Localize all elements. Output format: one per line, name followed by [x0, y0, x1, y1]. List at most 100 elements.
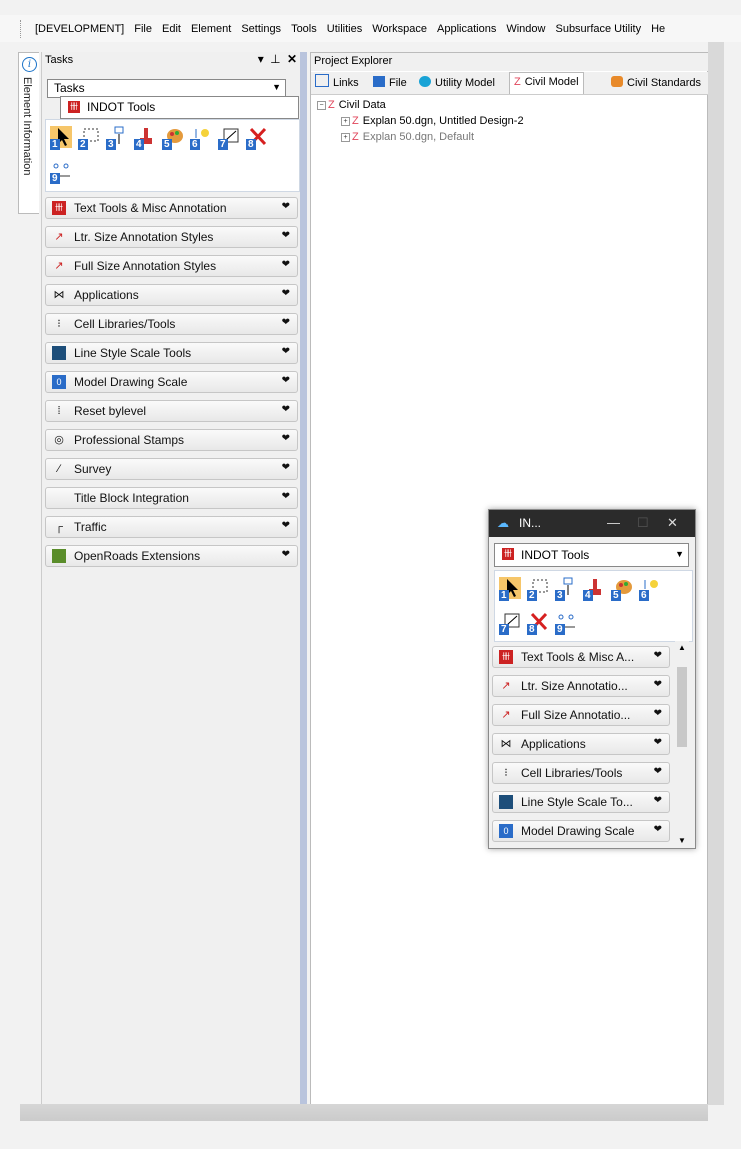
lightbulb-tool-icon[interactable]: 6: [639, 577, 661, 601]
tool-palette: 1 2 3 4 5 6 7 8 9: [45, 119, 300, 192]
place-text-tool-icon[interactable]: 3: [555, 577, 577, 601]
toolbar-grip[interactable]: [20, 19, 31, 38]
chevron-down-icon: ❤: [281, 375, 290, 386]
category-survey[interactable]: ∕ Survey ❤: [45, 458, 298, 480]
category-title-block-integration[interactable]: Title Block Integration ❤: [45, 487, 298, 509]
category-label: Ltr. Size Annotatio...: [521, 679, 628, 693]
vertical-scrollbar[interactable]: ▲ ▼: [675, 641, 689, 847]
palette-tool-icon[interactable]: 5: [611, 577, 633, 601]
category-applications[interactable]: ⋈ Applications ❤: [492, 733, 670, 755]
cell-icon: ⁝: [57, 318, 61, 330]
fence-tool-icon[interactable]: 2: [78, 126, 100, 150]
menu-development[interactable]: [DEVELOPMENT]: [35, 23, 124, 35]
measure-tool-icon[interactable]: 9: [555, 611, 577, 635]
chevron-down-icon: ❤: [281, 491, 290, 502]
category-full-size-annotation[interactable]: ↗ Full Size Annotatio... ❤: [492, 704, 670, 726]
menu-applications[interactable]: Applications: [437, 23, 496, 35]
category-applications[interactable]: ⋈ Applications ❤: [45, 284, 298, 306]
tab-civil-model[interactable]: Z Civil Model: [509, 72, 584, 94]
dropdown-icon[interactable]: ▾: [258, 52, 264, 66]
category-openroads-extensions[interactable]: OpenRoads Extensions ❤: [45, 545, 298, 567]
expand-icon[interactable]: +: [341, 117, 350, 126]
close-icon[interactable]: ✕: [667, 515, 678, 531]
place-text-tool-icon[interactable]: 3: [106, 126, 128, 150]
category-ltr-size-annotation[interactable]: ↗ Ltr. Size Annotation Styles ❤: [45, 226, 298, 248]
tab-file[interactable]: File: [373, 74, 407, 92]
element-information-label: Element Information: [21, 77, 33, 176]
palette-tool-icon[interactable]: 5: [162, 126, 184, 150]
category-reset-bylevel[interactable]: ⁞ Reset bylevel ❤: [45, 400, 298, 422]
menu-element[interactable]: Element: [191, 23, 231, 35]
menu-workspace[interactable]: Workspace: [372, 23, 427, 35]
scale-tool-icon[interactable]: 7: [499, 611, 521, 635]
indot-tools-window: ☁ IN... — ☐ ✕ 卌 INDOT Tools ▼ 1 2 3 4 5 …: [488, 509, 696, 849]
category-model-drawing-scale[interactable]: 0 Model Drawing Scale ❤: [492, 820, 670, 842]
tab-links[interactable]: Links: [315, 74, 359, 92]
tab-civil-standards-label: Civil Standards: [627, 77, 701, 89]
tree-item[interactable]: + Z Explan 50.dgn, Untitled Design-2: [341, 115, 524, 127]
menu-subsurface-utility[interactable]: Subsurface Utility: [555, 23, 641, 35]
maximize-icon[interactable]: ☐: [637, 515, 649, 531]
tab-utility-model[interactable]: Utility Model: [419, 74, 495, 92]
task-combo[interactable]: 卌 INDOT Tools ▼: [494, 543, 689, 567]
category-label: Title Block Integration: [74, 491, 189, 505]
select-tool-icon[interactable]: 1: [50, 126, 72, 150]
element-information-tab[interactable]: i Element Information: [18, 52, 39, 214]
category-ltr-size-annotation[interactable]: ↗ Ltr. Size Annotatio... ❤: [492, 675, 670, 697]
category-text-tools[interactable]: 卌 Text Tools & Misc Annotation ❤: [45, 197, 298, 219]
category-label: Line Style Scale To...: [521, 795, 633, 809]
category-line-style-scale[interactable]: Line Style Scale To... ❤: [492, 791, 670, 813]
menu-file[interactable]: File: [134, 23, 152, 35]
category-text-tools[interactable]: 卌 Text Tools & Misc A... ❤: [492, 646, 670, 668]
scale-icon: 0: [499, 824, 513, 838]
menu-window[interactable]: Window: [506, 23, 545, 35]
minimize-icon[interactable]: —: [607, 515, 620, 530]
category-cell-libraries[interactable]: ⁝ Cell Libraries/Tools ❤: [45, 313, 298, 335]
category-label: Text Tools & Misc Annotation: [74, 201, 227, 215]
scale-tool-icon[interactable]: 7: [218, 126, 240, 150]
measure-tool-icon[interactable]: 9: [50, 160, 72, 184]
close-icon[interactable]: ✕: [287, 52, 297, 66]
tree-root[interactable]: − Z Civil Data: [317, 99, 386, 111]
category-full-size-annotation[interactable]: ↗ Full Size Annotation Styles ❤: [45, 255, 298, 277]
scale-icon: 0: [52, 375, 66, 389]
expand-icon[interactable]: +: [341, 133, 350, 142]
delete-tool-icon[interactable]: 8: [527, 611, 549, 635]
selected-task[interactable]: 卌 INDOT Tools: [60, 96, 299, 119]
scroll-up-icon[interactable]: ▲: [678, 643, 686, 652]
pin-icon[interactable]: ⊥: [270, 52, 280, 66]
chevron-down-icon: ❤: [281, 201, 290, 212]
brush-tool-icon[interactable]: 4: [134, 126, 156, 150]
civil-icon: Z: [352, 115, 359, 127]
tasks-title: Tasks: [45, 54, 74, 66]
category-model-drawing-scale[interactable]: 0 Model Drawing Scale ❤: [45, 371, 298, 393]
tree-item[interactable]: + Z Explan 50.dgn, Default: [341, 131, 474, 143]
select-tool-icon[interactable]: 1: [499, 577, 521, 601]
tree-item-label: Explan 50.dgn, Untitled Design-2: [362, 115, 524, 127]
scroll-down-icon[interactable]: ▼: [678, 836, 686, 845]
tab-civil-standards[interactable]: Civil Standards: [611, 74, 701, 92]
panel-splitter[interactable]: [300, 52, 307, 1106]
collapse-icon[interactable]: −: [317, 101, 326, 110]
applications-icon: ⋈: [500, 738, 512, 750]
brush-tool-icon[interactable]: 4: [583, 577, 605, 601]
stamp-icon: ◎: [54, 434, 64, 446]
menu-utilities[interactable]: Utilities: [327, 23, 362, 35]
category-label: Line Style Scale Tools: [74, 346, 192, 360]
menu-help[interactable]: He: [651, 23, 665, 35]
category-line-style-scale[interactable]: Line Style Scale Tools ❤: [45, 342, 298, 364]
window-titlebar[interactable]: ☁ IN... — ☐ ✕: [489, 510, 695, 537]
category-cell-libraries[interactable]: ⁝ Cell Libraries/Tools ❤: [492, 762, 670, 784]
reset-icon: ⁞: [57, 405, 61, 417]
menu-tools[interactable]: Tools: [291, 23, 317, 35]
menu-edit[interactable]: Edit: [162, 23, 181, 35]
lightbulb-tool-icon[interactable]: 6: [190, 126, 212, 150]
file-icon: [373, 76, 385, 87]
menu-settings[interactable]: Settings: [241, 23, 281, 35]
category-label: Applications: [74, 288, 139, 302]
category-traffic[interactable]: ┌ Traffic ❤: [45, 516, 298, 538]
fence-tool-icon[interactable]: 2: [527, 577, 549, 601]
category-professional-stamps[interactable]: ◎ Professional Stamps ❤: [45, 429, 298, 451]
scrollbar-thumb[interactable]: [677, 667, 687, 747]
delete-tool-icon[interactable]: 8: [246, 126, 268, 150]
